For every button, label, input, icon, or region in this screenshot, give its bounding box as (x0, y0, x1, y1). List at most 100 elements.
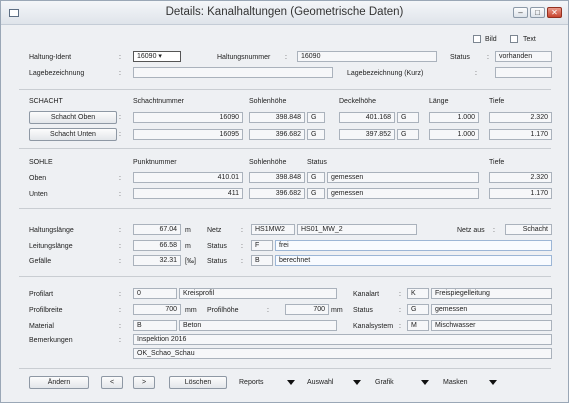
tiefe-unten[interactable]: 1.170 (489, 129, 552, 140)
gefaelle-unit: [‰] (185, 258, 196, 265)
kanalart-code-field[interactable]: K (407, 288, 429, 299)
form-body: Bild Text Haltung-Ident : 16090 ▾ Haltun… (9, 25, 560, 395)
haltungsnummer-field[interactable]: 16090 (297, 51, 437, 62)
haltung-ident-select[interactable]: 16090 ▾ (133, 51, 181, 62)
leitungslaenge-field[interactable]: 66.58 (133, 240, 181, 251)
bemerkung-line-1[interactable]: Inspektion 2016 (133, 334, 552, 345)
status2-code-field[interactable]: B (251, 255, 273, 266)
sohle-g-oben[interactable]: G (307, 172, 325, 183)
auswahl-dropdown[interactable]: Auswahl (307, 376, 365, 389)
title-bar: Details: Kanalhaltungen (Geometrische Da… (1, 1, 568, 25)
sohlenhoehe-unten-g[interactable]: G (307, 129, 325, 140)
status2-text-field[interactable]: berechnet (275, 255, 552, 266)
profil-status-code-field[interactable]: G (407, 304, 429, 315)
punktnummer-oben[interactable]: 410.01 (133, 172, 243, 183)
haltungslaenge-unit: m (185, 227, 191, 234)
profilbreite-label: Profilbreite (29, 307, 63, 314)
sohle-sohlenhoehe-unten[interactable]: 396.682 (249, 188, 305, 199)
profil-status-label: Status (353, 307, 373, 314)
bild-checkbox[interactable] (473, 35, 481, 43)
previous-button[interactable]: < (101, 376, 123, 389)
schacht-unten-button[interactable]: Schacht Unten (29, 128, 117, 141)
profil-status-text-field[interactable]: gemessen (431, 304, 552, 315)
sohlenhoehe-oben[interactable]: 398.848 (249, 112, 305, 123)
tiefe-oben[interactable]: 2.320 (489, 112, 552, 123)
sohle-tiefe-oben[interactable]: 2.320 (489, 172, 552, 183)
divider (19, 368, 551, 369)
schacht-header: SCHACHT (29, 98, 63, 105)
divider (19, 208, 551, 209)
haltungsnummer-label: Haltungsnummer (217, 54, 271, 61)
loeschen-button[interactable]: Löschen (169, 376, 227, 389)
aendern-button[interactable]: Ändern (29, 376, 89, 389)
maximize-button[interactable]: □ (530, 7, 545, 18)
haltung-ident-label: Haltung-Ident (29, 54, 72, 61)
kanalsystem-text-field[interactable]: Mischwasser (431, 320, 552, 331)
bild-label: Bild (485, 36, 497, 43)
sohlenhoehe-oben-g[interactable]: G (307, 112, 325, 123)
sohlenhoehe-unten[interactable]: 396.682 (249, 129, 305, 140)
sohle-tiefe-unten[interactable]: 1.170 (489, 188, 552, 199)
next-button[interactable]: > (133, 376, 155, 389)
divider (19, 276, 551, 277)
auswahl-label: Auswahl (307, 379, 334, 386)
punktnummer-unten[interactable]: 411 (133, 188, 243, 199)
status2-label: Status (207, 258, 227, 265)
schacht-oben-button[interactable]: Schacht Oben (29, 111, 117, 124)
haltungslaenge-field[interactable]: 67.04 (133, 224, 181, 235)
status-field[interactable]: vorhanden (495, 51, 552, 62)
sohle-tiefe-header: Tiefe (489, 159, 505, 166)
profilart-code-field[interactable]: 0 (133, 288, 177, 299)
kanalart-text-field[interactable]: Freispiegelleitung (431, 288, 552, 299)
grafik-label: Grafik (375, 379, 394, 386)
masken-dropdown[interactable]: Masken (443, 376, 503, 389)
details-window: Details: Kanalhaltungen (Geometrische Da… (0, 0, 569, 403)
sohle-sohlenhoehe-oben[interactable]: 398.848 (249, 172, 305, 183)
laenge-oben[interactable]: 1.000 (429, 112, 479, 123)
netz-code-field[interactable]: HS1MW2 (251, 224, 295, 235)
minimize-button[interactable]: – (513, 7, 528, 18)
sohle-status-oben[interactable]: gemessen (327, 172, 479, 183)
material-label: Material (29, 323, 54, 330)
kanalsystem-code-field[interactable]: M (407, 320, 429, 331)
close-button[interactable]: ✕ (547, 7, 562, 18)
schachtnummer-oben[interactable]: 16090 (133, 112, 243, 123)
status1-code-field[interactable]: F (251, 240, 273, 251)
sohle-status-unten[interactable]: gemessen (327, 188, 479, 199)
divider (19, 89, 551, 90)
sohle-g-unten[interactable]: G (307, 188, 325, 199)
deckelhoehe-unten[interactable]: 397.852 (339, 129, 395, 140)
bemerkung-line-2[interactable]: OK_Schao_Schau (133, 348, 552, 359)
lagebezeichnung-kurz-label: Lagebezeichnung (Kurz) (347, 70, 424, 77)
material-text-field[interactable]: Beton (179, 320, 337, 331)
sohle-header: SOHLE (29, 159, 53, 166)
lagebezeichnung-label: Lagebezeichnung (29, 70, 85, 77)
profilbreite-field[interactable]: 700 (133, 304, 181, 315)
punktnummer-header: Punktnummer (133, 159, 177, 166)
status1-text-field[interactable]: frei (275, 240, 552, 251)
profilart-text-field[interactable]: Kreisprofil (179, 288, 337, 299)
gefaelle-field[interactable]: 32.31 (133, 255, 181, 266)
schachtnummer-unten[interactable]: 16095 (133, 129, 243, 140)
unten-label: Unten (29, 191, 48, 198)
lagebezeichnung-field[interactable] (133, 67, 333, 78)
grafik-dropdown[interactable]: Grafik (375, 376, 435, 389)
netz-aus-field[interactable]: Schacht (505, 224, 552, 235)
deckelhoehe-oben[interactable]: 401.168 (339, 112, 395, 123)
sohle-status-header: Status (307, 159, 327, 166)
profilhoehe-field[interactable]: 700 (285, 304, 329, 315)
lagebezeichnung-kurz-field[interactable] (495, 67, 552, 78)
status-label: Status (450, 54, 470, 61)
text-checkbox[interactable] (510, 35, 518, 43)
deckelhoehe-oben-g[interactable]: G (397, 112, 419, 123)
profilhoehe-unit: mm (331, 307, 343, 314)
material-code-field[interactable]: B (133, 320, 177, 331)
deckelhoehe-header: Deckelhöhe (339, 98, 376, 105)
kanalsystem-label: Kanalsystem (353, 323, 394, 330)
netz-name-field[interactable]: HS01_MW_2 (297, 224, 417, 235)
laenge-unten[interactable]: 1.000 (429, 129, 479, 140)
gefaelle-label: Gefälle (29, 258, 52, 265)
divider (19, 148, 551, 149)
deckelhoehe-unten-g[interactable]: G (397, 129, 419, 140)
reports-dropdown[interactable]: Reports (239, 376, 299, 389)
